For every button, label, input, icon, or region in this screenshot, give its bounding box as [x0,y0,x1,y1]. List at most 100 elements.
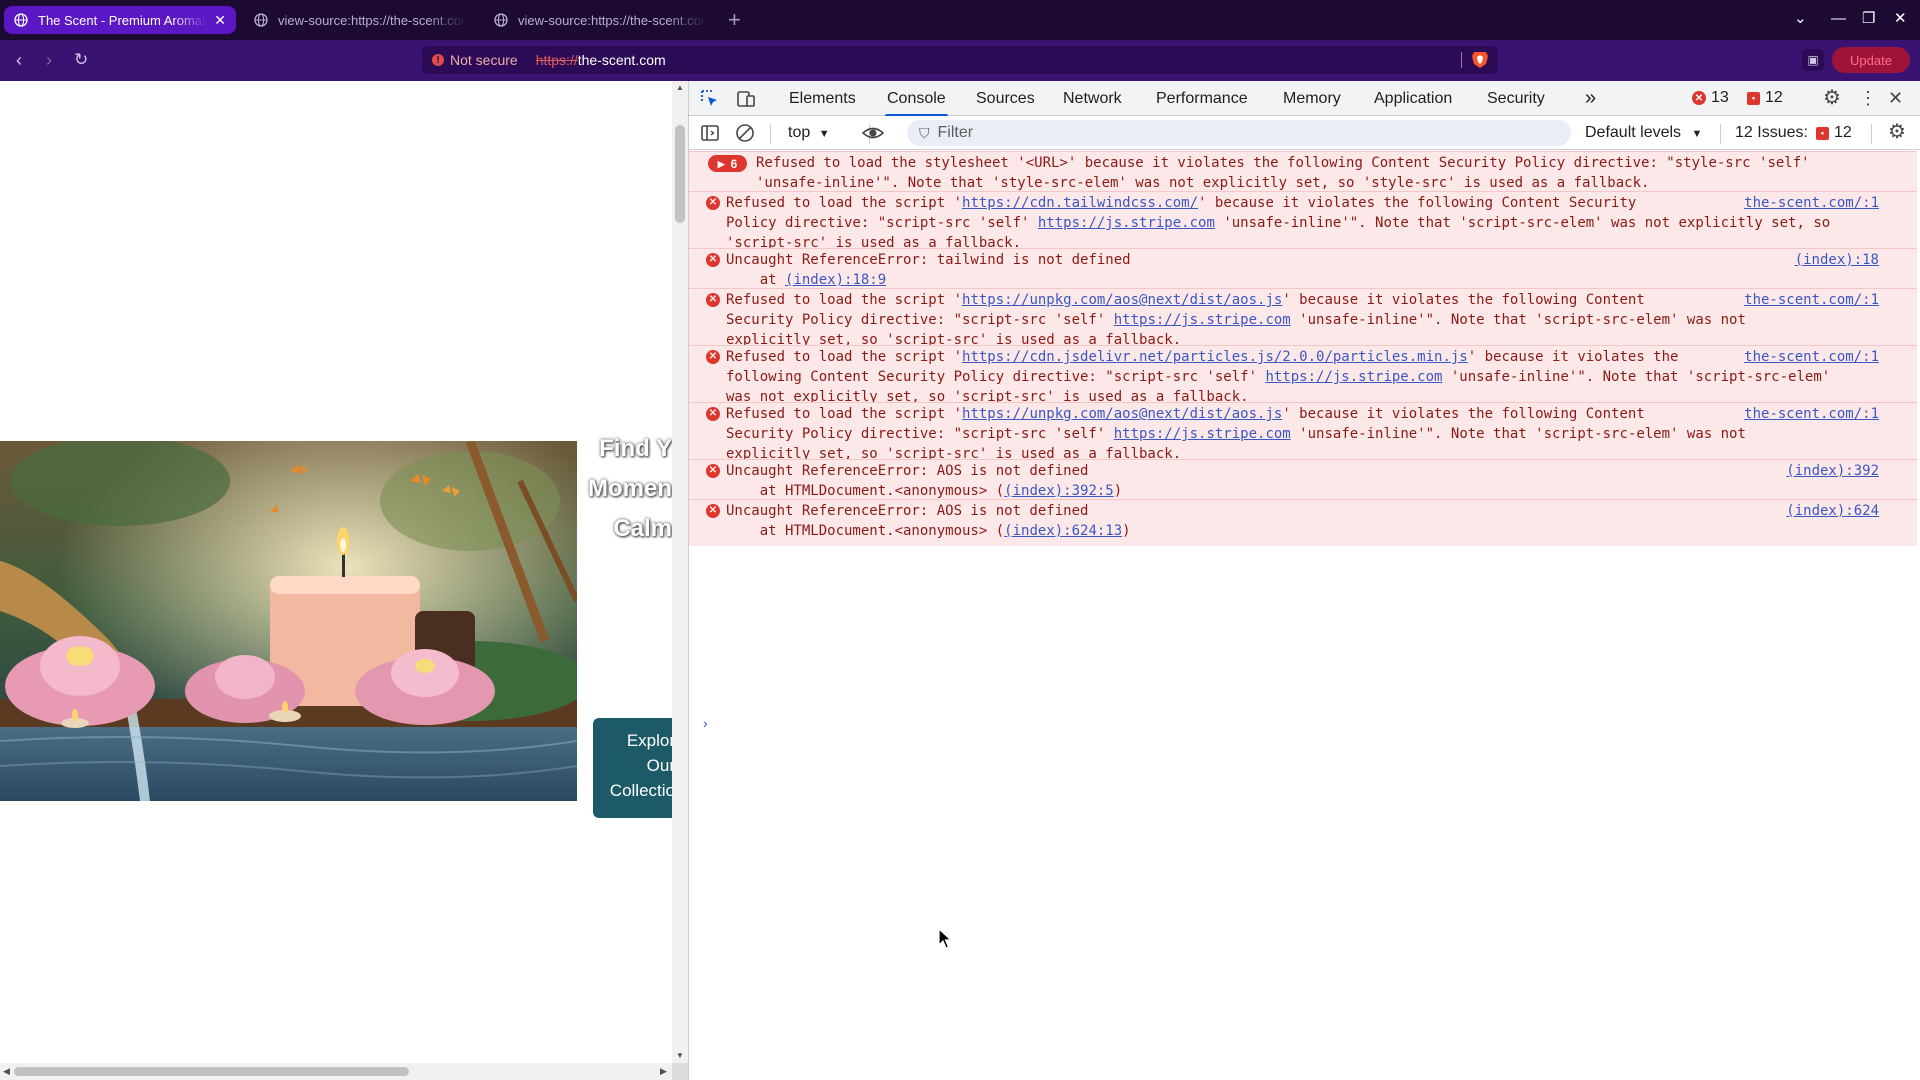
window-close-icon[interactable]: ✕ [1894,10,1907,28]
scroll-down-icon[interactable]: ▼ [676,1051,684,1060]
source-link[interactable]: the-scent.com/:1 [1744,193,1879,213]
url-host: the-scent.com [577,52,666,68]
tab-performance[interactable]: Performance [1154,81,1250,116]
tab-memory[interactable]: Memory [1281,81,1343,116]
message-link[interactable]: https://unpkg.com/aos@next/dist/aos.js [962,406,1282,422]
error-icon: ✕ [706,464,720,478]
tab-network[interactable]: Network [1061,81,1124,116]
error-icon: ✕ [1692,91,1706,105]
globe-icon [254,13,268,27]
filter-icon: ⛉ [919,124,930,141]
back-icon[interactable]: ‹ [16,50,22,70]
message-link[interactable]: https://js.stripe.com [1038,215,1215,231]
tab-security[interactable]: Security [1485,81,1547,116]
source-link[interactable]: the-scent.com/:1 [1744,290,1879,310]
close-devtools-icon[interactable]: ✕ [1888,88,1903,108]
message-fragment: ' because it violates the following Cont… [1282,292,1645,308]
scrollbar-thumb[interactable] [675,125,685,223]
message-fragment: at HTMLDocument.<anonymous> ( [726,483,1005,499]
kebab-menu-icon[interactable]: ⋮ [1859,88,1877,108]
reload-icon[interactable]: ↻ [74,50,88,70]
filter-input[interactable]: ⛉ Filter [907,120,1571,146]
context-selector[interactable]: top ▼ [788,124,830,142]
forward-icon[interactable]: › [46,50,52,70]
message-line: 'unsafe-inline'". Note that 'style-src-e… [756,173,1810,193]
hero-line: Momen [588,475,672,502]
tab-elements[interactable]: Elements [787,81,858,116]
clear-console-icon[interactable] [735,123,755,148]
scroll-left-icon[interactable]: ◀ [3,1066,10,1077]
error-counter[interactable]: ✕ 13 [1692,89,1729,107]
devtools-tabbar: Elements Console Sources Network Perform… [689,81,1920,117]
console-settings-gear-icon[interactable]: ⚙ [1888,122,1906,142]
source-link[interactable]: the-scent.com/:1 [1744,347,1879,367]
message-line: at HTMLDocument.<anonymous> ((index):624… [726,521,1131,541]
message-fragment: ' because it violates the following Cont… [1282,406,1645,422]
update-button[interactable]: Update [1832,47,1910,73]
caret-down-icon: ▼ [1691,128,1703,140]
issues-button[interactable]: 12 Issues: ▪ 12 [1735,124,1852,142]
message-link[interactable]: https://js.stripe.com [1114,312,1291,328]
explore-collection-button[interactable]: Explor Our Collectio [593,718,672,818]
message-link[interactable]: (index):392:5 [1004,483,1114,499]
vertical-scrollbar[interactable]: ▲ ▼ [672,81,688,1063]
console-error-message[interactable]: ✕ Uncaught ReferenceError: AOS is not def… [689,499,1917,546]
scrollbar-thumb[interactable] [14,1067,409,1076]
message-link[interactable]: (index):18:9 [785,272,886,288]
log-levels-label: Default levels [1585,124,1682,141]
message-fragment: 'unsafe-inline'". Note that 'script-src-… [1214,215,1831,231]
hero-line: Find Y [599,435,672,462]
restore-icon[interactable]: ❐ [1862,10,1875,28]
divider [1461,52,1462,68]
warning-icon: ! [432,54,444,66]
security-indicator[interactable]: ! Not secure [432,52,518,68]
message-link[interactable]: https://cdn.jsdelivr.net/particles.js/2.… [962,349,1468,365]
message-line: Uncaught ReferenceError: AOS is not defi… [726,501,1131,521]
brave-shields-icon[interactable] [1470,49,1490,69]
wallet-icon[interactable]: ▣ [1802,49,1824,71]
not-secure-label: Not secure [450,52,518,68]
minimize-icon[interactable]: — [1831,10,1846,28]
message-text: Uncaught ReferenceError: AOS is not defi… [726,501,1131,541]
message-line: Uncaught ReferenceError: tailwind is not… [726,250,1131,270]
source-link[interactable]: (index):18 [1795,250,1879,270]
message-line: Refused to load the stylesheet '<URL>' b… [756,153,1810,173]
tab-the-scent[interactable]: The Scent - Premium Aromatherapy ✕ [4,6,236,34]
tab-application[interactable]: Application [1372,81,1454,116]
sidebar-toggle-icon[interactable] [700,123,720,148]
mouse-cursor-icon [938,928,953,949]
message-link[interactable]: (index):624:13 [1004,523,1122,539]
tab-console[interactable]: Console [885,81,948,117]
settings-gear-icon[interactable]: ⚙ [1823,88,1841,108]
new-tab-button[interactable]: + [728,8,741,32]
tab-search-chevron-icon[interactable]: ⌄ [1794,10,1807,28]
device-toolbar-icon[interactable] [736,89,756,114]
issue-counter[interactable]: ▪ 12 [1747,89,1783,107]
error-count: 13 [1711,89,1729,106]
update-label: Update [1850,52,1892,68]
message-link[interactable]: https://js.stripe.com [1114,426,1291,442]
scroll-right-icon[interactable]: ▶ [660,1066,667,1077]
console-prompt-chevron-icon[interactable]: › [703,715,708,731]
message-link[interactable]: https://js.stripe.com [1265,369,1442,385]
address-bar[interactable]: ! Not secure https://the-scent.com [422,46,1498,74]
message-fragment: ' because it violates the following Cont… [1198,195,1637,211]
tab-sources[interactable]: Sources [974,81,1037,116]
horizontal-scrollbar[interactable]: ◀ ▶ [0,1063,672,1080]
log-levels-dropdown[interactable]: Default levels ▼ [1585,124,1702,142]
tab-view-source-1[interactable]: view-source:https://the-scent.com [244,6,476,34]
error-icon: ✕ [706,407,720,421]
live-expression-eye-icon[interactable] [861,123,885,148]
repeat-count-badge[interactable]: ▶ 6 [708,155,747,172]
message-link[interactable]: https://unpkg.com/aos@next/dist/aos.js [962,292,1282,308]
source-link[interactable]: (index):624 [1786,501,1879,521]
scroll-up-icon[interactable]: ▲ [676,83,684,92]
message-fragment: following Content Security Policy direct… [726,369,1266,385]
inspect-element-icon[interactable] [700,89,720,114]
close-icon[interactable]: ✕ [214,12,226,29]
source-link[interactable]: (index):392 [1786,461,1879,481]
tab-view-source-2[interactable]: view-source:https://the-scent.com [484,6,716,34]
source-link[interactable]: the-scent.com/:1 [1744,404,1879,424]
more-tabs-icon[interactable]: » [1583,81,1598,116]
message-link[interactable]: https://cdn.tailwindcss.com/ [962,195,1198,211]
